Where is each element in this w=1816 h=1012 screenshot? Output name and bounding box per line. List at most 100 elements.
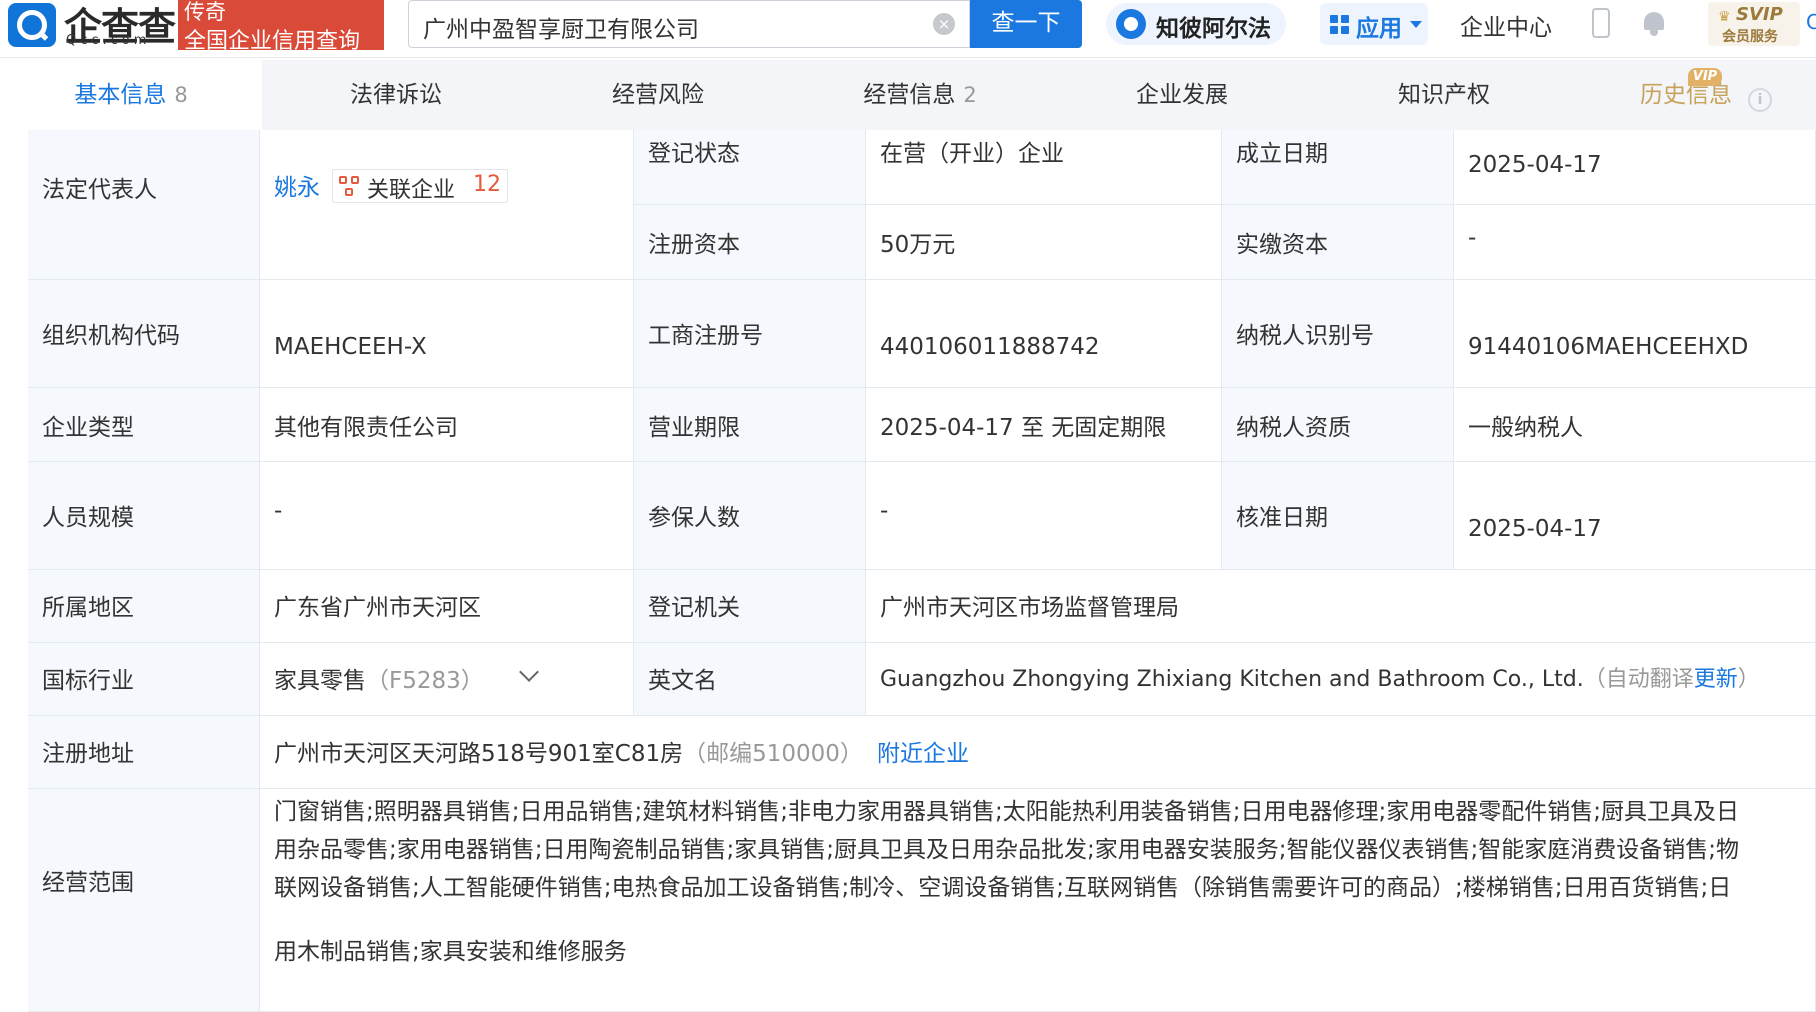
value-text: - — [1468, 225, 1477, 251]
label-text: 法定代表人 — [42, 177, 157, 203]
tab-business-info[interactable]: 经营信息 2 — [789, 60, 1051, 130]
address-value: 广州市天河区天河路518号901室C81房 — [274, 741, 684, 767]
label-text: 国标行业 — [42, 668, 134, 694]
label-text: 企业类型 — [42, 415, 134, 441]
crown-icon: ♛ — [1718, 9, 1731, 25]
label-text: 经营范围 — [42, 870, 134, 896]
tab-development[interactable]: 企业发展 — [1051, 60, 1313, 130]
value-text: - — [880, 498, 889, 524]
label-taxpayer-id: 纳税人识别号 — [1222, 280, 1454, 388]
value-paid-capital: - — [1454, 205, 1816, 280]
tab-count: 2 — [963, 83, 977, 107]
tab-ip[interactable]: 知识产权 — [1313, 60, 1575, 130]
value-english-name: Guangzhou Zhongying Zhixiang Kitchen and… — [866, 643, 1816, 716]
network-icon — [339, 176, 361, 198]
ai-assistant-button[interactable]: 知彼阿尔法 — [1106, 3, 1286, 45]
label-text: 实缴资本 — [1236, 232, 1328, 258]
label-text: 参保人数 — [648, 505, 740, 531]
value-text: 2025-04-17 至 无固定期限 — [880, 415, 1167, 441]
postcode: （邮编510000） — [683, 741, 863, 767]
label-scope: 经营范围 — [28, 789, 260, 1012]
auto-translate-note-end: ） — [1737, 667, 1760, 692]
label-text: 核准日期 — [1236, 505, 1328, 531]
vip-tag: VIP — [1688, 68, 1722, 86]
value-org-code: MAEHCEEH-X — [260, 280, 634, 388]
label-text: 登记状态 — [648, 141, 740, 167]
value-text: MAEHCEEH-X — [274, 334, 427, 360]
label-company-type: 企业类型 — [28, 388, 260, 462]
related-companies-label: 关联企业 — [367, 178, 456, 203]
nearby-companies-link[interactable]: 附近企业 — [877, 741, 969, 767]
scope-line: 联网设备销售;人工智能硬件销售;电热食品加工设备销售;制冷、空调设备销售;互联网… — [274, 875, 1732, 901]
ai-logo-icon — [1116, 9, 1146, 39]
english-name-value: Guangzhou Zhongying Zhixiang Kitchen and… — [880, 667, 1584, 692]
value-address: 广州市天河区天河路518号901室C81房（邮编510000） 附近企业 — [260, 716, 1816, 789]
value-authority: 广州市天河区市场监督管理局 — [866, 570, 1816, 643]
tab-business-risk[interactable]: 经营风险 — [527, 60, 789, 130]
label-founded: 成立日期 — [1222, 130, 1454, 205]
svip-sub-label: 会员服务 — [1722, 29, 1778, 45]
tab-label: 经营风险 — [612, 82, 704, 108]
label-tax-qual: 纳税人资质 — [1222, 388, 1454, 462]
chevron-down-icon[interactable] — [519, 662, 539, 682]
scope-line: 门窗销售;照明器具销售;日用品销售;建筑材料销售;非电力家用器具销售;太阳能热利… — [274, 799, 1739, 825]
bell-icon[interactable] — [1642, 10, 1666, 36]
scope-line: 用杂品零售;家用电器销售;日用陶瓷制品销售;家具销售;厨具卫具及日用杂品批发;家… — [274, 837, 1739, 863]
mobile-phone-icon[interactable] — [1592, 8, 1610, 38]
tab-label: 企业发展 — [1136, 82, 1228, 108]
tab-basic-info[interactable]: 基本信息 8 — [0, 60, 262, 130]
legal-rep-name-link[interactable]: 姚永 — [274, 168, 320, 202]
auto-translate-note: （自动翻译 — [1583, 667, 1694, 692]
enterprise-center-link[interactable]: 企业中心 — [1460, 8, 1552, 42]
svip-button[interactable]: ♛ SVIP 会员服务 — [1708, 2, 1800, 46]
related-companies-button[interactable]: 关联企业 12 — [332, 169, 508, 203]
label-text: 纳税人资质 — [1236, 415, 1351, 441]
value-text: 440106011888742 — [880, 334, 1100, 360]
label-biz-term: 营业期限 — [634, 388, 866, 462]
label-paid-capital: 实缴资本 — [1222, 205, 1454, 280]
scope-line: 用木制品销售;家具安装和维修服务 — [274, 939, 627, 965]
value-taxpayer-id: 91440106MAEHCEEHXD — [1454, 280, 1816, 388]
value-text: 广东省广州市天河区 — [274, 595, 481, 621]
label-legal-rep: 法定代表人 — [28, 130, 260, 280]
tab-label: 知识产权 — [1398, 82, 1490, 108]
label-text: 所属地区 — [42, 595, 134, 621]
label-insured: 参保人数 — [634, 462, 866, 570]
label-authority: 登记机关 — [634, 570, 866, 643]
value-text: 91440106MAEHCEEHXD — [1468, 334, 1749, 360]
industry-value-text: 家具零售（F5283） — [274, 661, 484, 695]
tab-history[interactable]: 历史信息 — [1555, 60, 1816, 130]
value-company-type: 其他有限责任公司 — [260, 388, 634, 462]
label-reg-capital: 注册资本 — [634, 205, 866, 280]
tab-litigation[interactable]: 法律诉讼 — [265, 60, 527, 130]
info-icon[interactable]: i — [1748, 88, 1772, 112]
value-biz-reg-no: 440106011888742 — [866, 280, 1222, 388]
label-biz-reg-no: 工商注册号 — [634, 280, 866, 388]
svip-label: SVIP — [1736, 4, 1783, 25]
related-companies-count: 12 — [473, 172, 501, 197]
basic-info-table: 法定代表人 姚永 关联企业 12 登记状态 在营（开业）企业 成立日期 2025… — [28, 130, 1816, 1012]
label-text: 营业期限 — [648, 415, 740, 441]
value-founded: 2025-04-17 — [1454, 130, 1816, 205]
tab-label: 基本信息 — [74, 82, 167, 108]
value-scope: 门窗销售;照明器具销售;日用品销售;建筑材料销售;非电力家用器具销售;太阳能热利… — [260, 789, 1816, 1012]
label-staff-size: 人员规模 — [28, 462, 260, 570]
qcc-logo-icon[interactable] — [8, 3, 56, 47]
search-input-value: 广州中盈智享厨卫有限公司 — [423, 17, 699, 43]
search-input[interactable]: 广州中盈智享厨卫有限公司 × — [408, 0, 970, 48]
search-button[interactable]: 查一下 — [970, 0, 1082, 48]
label-text: 工商注册号 — [648, 323, 763, 349]
tab-count: 8 — [174, 83, 188, 107]
chevron-down-icon — [1410, 21, 1422, 28]
apps-menu-button[interactable]: 应用 — [1320, 3, 1428, 45]
value-region: 广东省广州市天河区 — [260, 570, 634, 643]
label-reg-status: 登记状态 — [634, 130, 866, 205]
label-english-name: 英文名 — [634, 643, 866, 716]
value-insured: - — [866, 462, 1222, 570]
label-region: 所属地区 — [28, 570, 260, 643]
update-translation-link[interactable]: 更新 — [1694, 667, 1738, 692]
value-industry[interactable]: 家具零售（F5283） — [260, 643, 634, 716]
promo-badge[interactable]: 传奇 全国企业信用查询 — [178, 0, 384, 54]
label-industry: 国标行业 — [28, 643, 260, 716]
clear-search-icon[interactable]: × — [933, 13, 955, 35]
